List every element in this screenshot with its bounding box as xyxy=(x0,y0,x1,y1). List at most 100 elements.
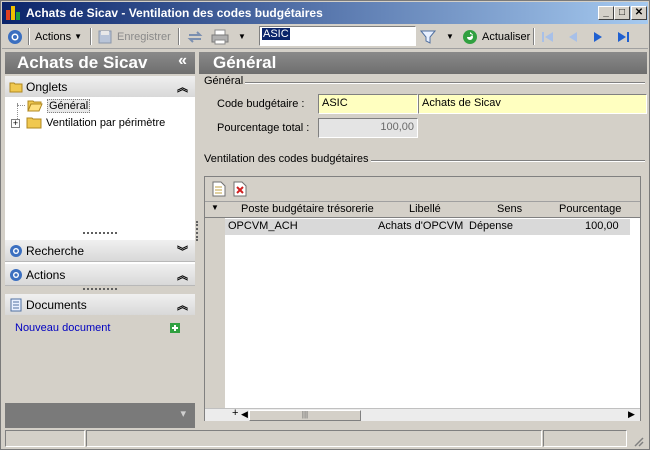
minimize-button[interactable]: _ xyxy=(598,6,614,20)
tree-item-general[interactable]: Général xyxy=(27,98,91,114)
refresh-label: Actualiser xyxy=(482,30,531,43)
column-header-sens[interactable]: Sens xyxy=(497,203,522,215)
tree-item-label: Général xyxy=(47,99,91,113)
code-budget-input[interactable]: ASIC xyxy=(318,94,418,114)
status-cell xyxy=(86,430,542,447)
previous-record-button[interactable] xyxy=(565,27,581,46)
print-dropdown-icon[interactable]: ▼ xyxy=(238,27,246,46)
toolbar-separator xyxy=(533,28,535,45)
grid-header: ▼ Poste budgétaire trésorerie Libellé Se… xyxy=(205,202,640,218)
tree-item-ventilation[interactable]: + Ventilation par périmètre xyxy=(11,115,165,131)
cell-poste: OPCVM_ACH xyxy=(228,220,298,232)
navigation-panel-footer: ▾ xyxy=(5,403,195,428)
section-documents-header[interactable]: Documents ︽ xyxy=(5,294,195,316)
navigation-panel-title: Achats de Sicav xyxy=(17,53,148,72)
refresh-button[interactable]: Actualiser xyxy=(462,27,530,46)
section-search-header[interactable]: Recherche ︾ xyxy=(5,240,195,262)
chevron-down-icon: ▼ xyxy=(74,32,82,41)
search-value: ASIC xyxy=(262,28,290,40)
prev-icon xyxy=(569,31,577,42)
filter-dropdown-icon[interactable]: ▼ xyxy=(446,27,454,46)
column-header-libelle[interactable]: Libellé xyxy=(409,203,441,215)
section-search-label: Recherche xyxy=(26,243,85,258)
actions-menu-button[interactable]: Actions ▼ xyxy=(35,27,82,46)
print-button[interactable] xyxy=(211,27,229,46)
scrollbar-thumb[interactable]: ||| xyxy=(249,410,361,421)
save-button[interactable]: Enregistrer xyxy=(97,27,171,46)
horizontal-scrollbar[interactable]: + ◀ ||| ▶ xyxy=(205,407,640,421)
application-window: Achats de Sicav - Ventilation des codes … xyxy=(0,0,650,450)
first-icon xyxy=(542,31,553,42)
collapse-panel-button[interactable]: « xyxy=(178,52,187,70)
first-record-button[interactable] xyxy=(540,27,556,46)
total-percentage-label: Pourcentage total : xyxy=(217,122,310,134)
close-button[interactable]: ✕ xyxy=(631,6,647,20)
column-header-poste[interactable]: Poste budgétaire trésorerie xyxy=(241,203,374,215)
scroll-right-icon[interactable]: ▶ xyxy=(628,409,635,420)
search-input[interactable]: ASIC xyxy=(259,26,416,46)
new-document-link[interactable]: Nouveau document xyxy=(15,322,110,334)
resize-grip-icon[interactable] xyxy=(632,435,644,447)
new-row-icon[interactable] xyxy=(212,181,226,197)
section-tabs-header[interactable]: Onglets ︽ xyxy=(5,76,195,98)
actions-menu-label: Actions xyxy=(35,30,72,43)
next-record-button[interactable] xyxy=(590,27,606,46)
maximize-button[interactable]: □ xyxy=(614,6,630,20)
form-title: Général xyxy=(213,53,277,72)
title-bar[interactable]: Achats de Sicav - Ventilation des codes … xyxy=(2,2,648,24)
scroll-left-icon[interactable]: ◀ xyxy=(241,409,248,420)
cell-libelle: Achats d'OPCVM xyxy=(378,220,464,232)
status-cell xyxy=(5,430,85,447)
cell-pourcentage: 100,00 xyxy=(585,220,619,232)
form-panel: Général Général Code budgétaire : ASIC A… xyxy=(199,52,647,428)
chevron-down-icon[interactable]: ︾ xyxy=(177,243,188,259)
save-label: Enregistrer xyxy=(117,30,171,43)
ventilation-grid: ▼ Poste budgétaire trésorerie Libellé Se… xyxy=(204,176,641,421)
navigation-panel: Achats de Sicav « Onglets ︽ Général + Ve… xyxy=(5,52,195,428)
toolbar-separator xyxy=(178,28,180,45)
panel-splitter[interactable] xyxy=(196,221,198,241)
group-divider xyxy=(364,160,645,162)
row-indicator-column xyxy=(205,218,225,410)
expand-icon[interactable]: + xyxy=(11,118,20,128)
chevron-up-icon[interactable]: ︽ xyxy=(177,297,188,313)
code-description-input[interactable]: Achats de Sicav xyxy=(418,94,647,114)
add-document-icon[interactable] xyxy=(170,323,180,333)
group-general-label: Général xyxy=(204,75,246,87)
filter-button[interactable] xyxy=(420,27,436,46)
chevron-up-icon[interactable]: ︽ xyxy=(177,79,188,95)
code-budget-label: Code budgétaire : xyxy=(217,98,305,110)
section-actions-label: Actions xyxy=(26,267,66,282)
open-folder-icon xyxy=(27,100,43,112)
last-record-button[interactable] xyxy=(615,27,631,46)
save-icon xyxy=(98,30,112,43)
group-ventilation-label: Ventilation des codes budgétaires xyxy=(204,153,371,165)
delete-row-icon[interactable] xyxy=(233,181,247,197)
search-circle-icon xyxy=(10,244,22,257)
column-header-pourcentage[interactable]: Pourcentage xyxy=(559,203,621,215)
splitter-grip[interactable] xyxy=(83,232,117,235)
section-actions-header[interactable]: Actions ︽ xyxy=(5,264,195,286)
add-row-button[interactable]: + xyxy=(232,407,238,419)
sync-icon xyxy=(187,30,203,43)
section-documents-label: Documents xyxy=(26,297,87,312)
chevron-down-icon[interactable]: ▾ xyxy=(180,407,186,420)
filter-icon xyxy=(420,30,436,44)
main-toolbar: Actions ▼ Enregistrer ▼ ASIC ▼ Actualise… xyxy=(2,24,648,49)
print-icon xyxy=(211,29,229,44)
app-icon xyxy=(6,6,20,20)
total-percentage-input: 100,00 xyxy=(318,118,418,138)
tree-item-label: Ventilation par périmètre xyxy=(46,117,166,129)
section-tabs-label: Onglets xyxy=(26,79,68,94)
actions-circle-icon xyxy=(10,268,22,281)
actions-circle-icon[interactable] xyxy=(7,27,23,46)
splitter-grip[interactable] xyxy=(83,288,117,291)
navigation-panel-header: Achats de Sicav « xyxy=(5,52,195,74)
folder-icon xyxy=(26,117,42,129)
table-row[interactable]: OPCVM_ACH Achats d'OPCVM Dépense 100,00 xyxy=(225,219,630,235)
sync-button[interactable] xyxy=(186,27,204,46)
row-marker-icon: ▼ xyxy=(211,203,219,212)
chevron-up-icon[interactable]: ︽ xyxy=(177,267,188,283)
document-icon xyxy=(10,298,22,311)
folder-icon xyxy=(9,82,23,92)
